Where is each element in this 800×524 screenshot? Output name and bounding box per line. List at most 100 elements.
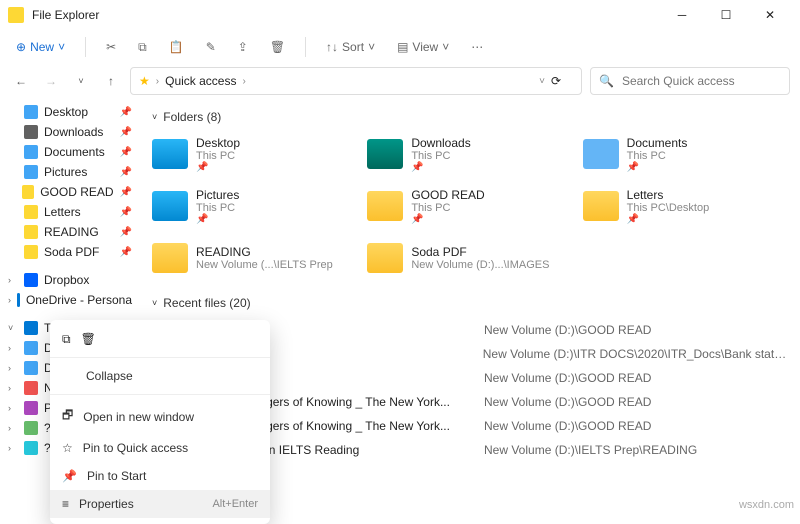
expand-icon[interactable]: › xyxy=(8,295,11,305)
close-button[interactable]: ✕ xyxy=(756,3,784,27)
sidebar-label: GOOD READ xyxy=(40,185,113,199)
sidebar-item[interactable]: Pictures 📌 xyxy=(0,162,140,182)
recent-group-header[interactable]: ˅ Recent files (20) xyxy=(152,296,788,310)
folder-name: Documents xyxy=(627,136,688,150)
open-location-icon[interactable]: ⧉ xyxy=(62,332,71,347)
delete-icon[interactable]: 🗑 xyxy=(81,332,96,347)
refresh-button[interactable]: ⟳ xyxy=(551,74,573,88)
sidebar-label: Pictures xyxy=(44,165,87,179)
maximize-button[interactable]: ☐ xyxy=(712,3,740,27)
up-button[interactable]: ↑ xyxy=(100,70,122,92)
pin-icon: ☆ xyxy=(62,441,73,455)
forward-button[interactable]: → xyxy=(40,70,62,92)
folder-name: Letters xyxy=(627,188,710,202)
sidebar-item[interactable]: Documents 📌 xyxy=(0,142,140,162)
search-input[interactable] xyxy=(620,73,781,89)
sidebar-item[interactable]: Letters 📌 xyxy=(0,202,140,222)
minimize-button[interactable]: ─ xyxy=(668,3,696,27)
file-location: New Volume (D:)\ITR DOCS\2020\ITR_Docs\B… xyxy=(483,347,788,361)
more-button[interactable]: ⋯ xyxy=(465,33,489,61)
ctx-label: Collapse xyxy=(86,369,133,383)
ctx-pin-start[interactable]: 📌 Pin to Start xyxy=(50,462,270,490)
search-box[interactable]: 🔍 xyxy=(590,67,790,95)
expand-icon[interactable]: › xyxy=(8,383,18,393)
folder-item[interactable]: Downloads This PC 📌 xyxy=(367,132,572,176)
folder-icon xyxy=(152,139,188,169)
pc-icon xyxy=(24,321,38,335)
collapse-icon[interactable]: ˅ xyxy=(152,298,157,308)
collapse-icon[interactable]: ˅ xyxy=(152,112,157,122)
ctx-properties[interactable]: ≡ Properties Alt+Enter xyxy=(50,490,270,518)
folder-name: Downloads xyxy=(411,136,470,150)
new-button[interactable]: ⊕ New ˅ xyxy=(10,33,71,61)
sidebar-item[interactable]: › Dropbox xyxy=(0,270,140,290)
pin-icon: 📌 xyxy=(120,207,132,218)
back-button[interactable]: ← xyxy=(10,70,32,92)
folder-icon xyxy=(24,165,38,179)
expand-icon[interactable]: › xyxy=(8,343,18,353)
folder-item[interactable]: Documents This PC 📌 xyxy=(583,132,788,176)
address-bar[interactable]: ★ › Quick access › ˅ ⟳ xyxy=(130,67,582,95)
ctx-open-new-window[interactable]: 🗗 Open in new window xyxy=(50,399,270,434)
folder-icon xyxy=(22,185,34,199)
sort-button[interactable]: ↑↓ Sort ˅ xyxy=(320,33,381,61)
pin-icon: 📌 xyxy=(120,147,132,158)
star-icon: ★ xyxy=(139,74,150,88)
sidebar-item[interactable]: Soda PDF 📌 xyxy=(0,242,140,262)
expand-icon[interactable]: › xyxy=(8,443,18,453)
context-menu: ⧉ 🗑 Collapse 🗗 Open in new window ☆ Pin … xyxy=(50,320,270,524)
pin-icon: 📌 xyxy=(120,227,132,238)
rename-button[interactable]: ✎ xyxy=(200,33,222,61)
folder-item[interactable]: Letters This PC\Desktop 📌 xyxy=(583,184,788,228)
ctx-collapse[interactable]: Collapse xyxy=(50,362,270,390)
sidebar-item[interactable]: Desktop 📌 xyxy=(0,102,140,122)
drive-icon xyxy=(24,361,38,375)
cloud-icon xyxy=(17,293,20,307)
ctx-pin-quick-access[interactable]: ☆ Pin to Quick access xyxy=(50,434,270,462)
sidebar-item[interactable]: › OneDrive - Persona xyxy=(0,290,140,310)
drive-icon xyxy=(24,421,38,435)
folder-item[interactable]: READING New Volume (...\IELTS Prep xyxy=(152,236,357,280)
sidebar-label: Dropbox xyxy=(44,273,89,287)
watermark: wsxdn.com xyxy=(739,499,794,511)
folders-group-header[interactable]: ˅ Folders (8) xyxy=(152,110,788,124)
drive-icon xyxy=(24,341,38,355)
sidebar-item[interactable]: READING 📌 xyxy=(0,222,140,242)
folder-item[interactable]: Pictures This PC 📌 xyxy=(152,184,357,228)
sidebar-label: Soda PDF xyxy=(44,245,99,259)
folder-item[interactable]: GOOD READ This PC 📌 xyxy=(367,184,572,228)
pin-icon: 📌 xyxy=(411,162,470,173)
sidebar-item[interactable]: GOOD READ 📌 xyxy=(0,182,140,202)
chevron-icon: › xyxy=(156,76,159,87)
expand-icon[interactable]: ˅ xyxy=(8,323,18,333)
folder-location: This PC xyxy=(196,150,240,162)
recent-locations-button[interactable]: ˅ xyxy=(70,70,92,92)
view-button[interactable]: ▤ View ˅ xyxy=(391,33,455,61)
drive-icon xyxy=(24,441,38,455)
folder-item[interactable]: Desktop This PC 📌 xyxy=(152,132,357,176)
folder-item[interactable]: Soda PDF New Volume (D:)...\IMAGES xyxy=(367,236,572,280)
dropdown-icon[interactable]: ˅ xyxy=(539,76,545,87)
pin-icon: 📌 xyxy=(120,127,132,138)
folder-icon xyxy=(24,245,38,259)
paste-button[interactable]: 📋 xyxy=(163,33,190,61)
pin-icon: 📌 xyxy=(120,167,132,178)
expand-icon[interactable]: › xyxy=(8,403,18,413)
expand-icon[interactable]: › xyxy=(8,363,18,373)
delete-button[interactable]: 🗑 xyxy=(264,33,291,61)
folders-header-label: Folders (8) xyxy=(163,110,221,124)
folder-location: This PC xyxy=(411,150,470,162)
expand-icon[interactable]: › xyxy=(8,275,18,285)
expand-icon[interactable]: › xyxy=(8,423,18,433)
ctx-label: Properties xyxy=(79,497,134,511)
recent-header-label: Recent files (20) xyxy=(163,296,250,310)
ctx-shortcut: Alt+Enter xyxy=(212,498,258,510)
ctx-label: Pin to Quick access xyxy=(83,441,188,455)
sidebar-item[interactable]: Downloads 📌 xyxy=(0,122,140,142)
cut-button[interactable]: ✂ xyxy=(100,33,122,61)
copy-button[interactable]: ⧉ xyxy=(132,33,153,61)
folder-icon xyxy=(152,191,188,221)
location-crumb[interactable]: Quick access xyxy=(165,74,236,88)
share-button[interactable]: ⇪ xyxy=(232,33,254,61)
chevron-icon[interactable]: › xyxy=(242,76,245,87)
